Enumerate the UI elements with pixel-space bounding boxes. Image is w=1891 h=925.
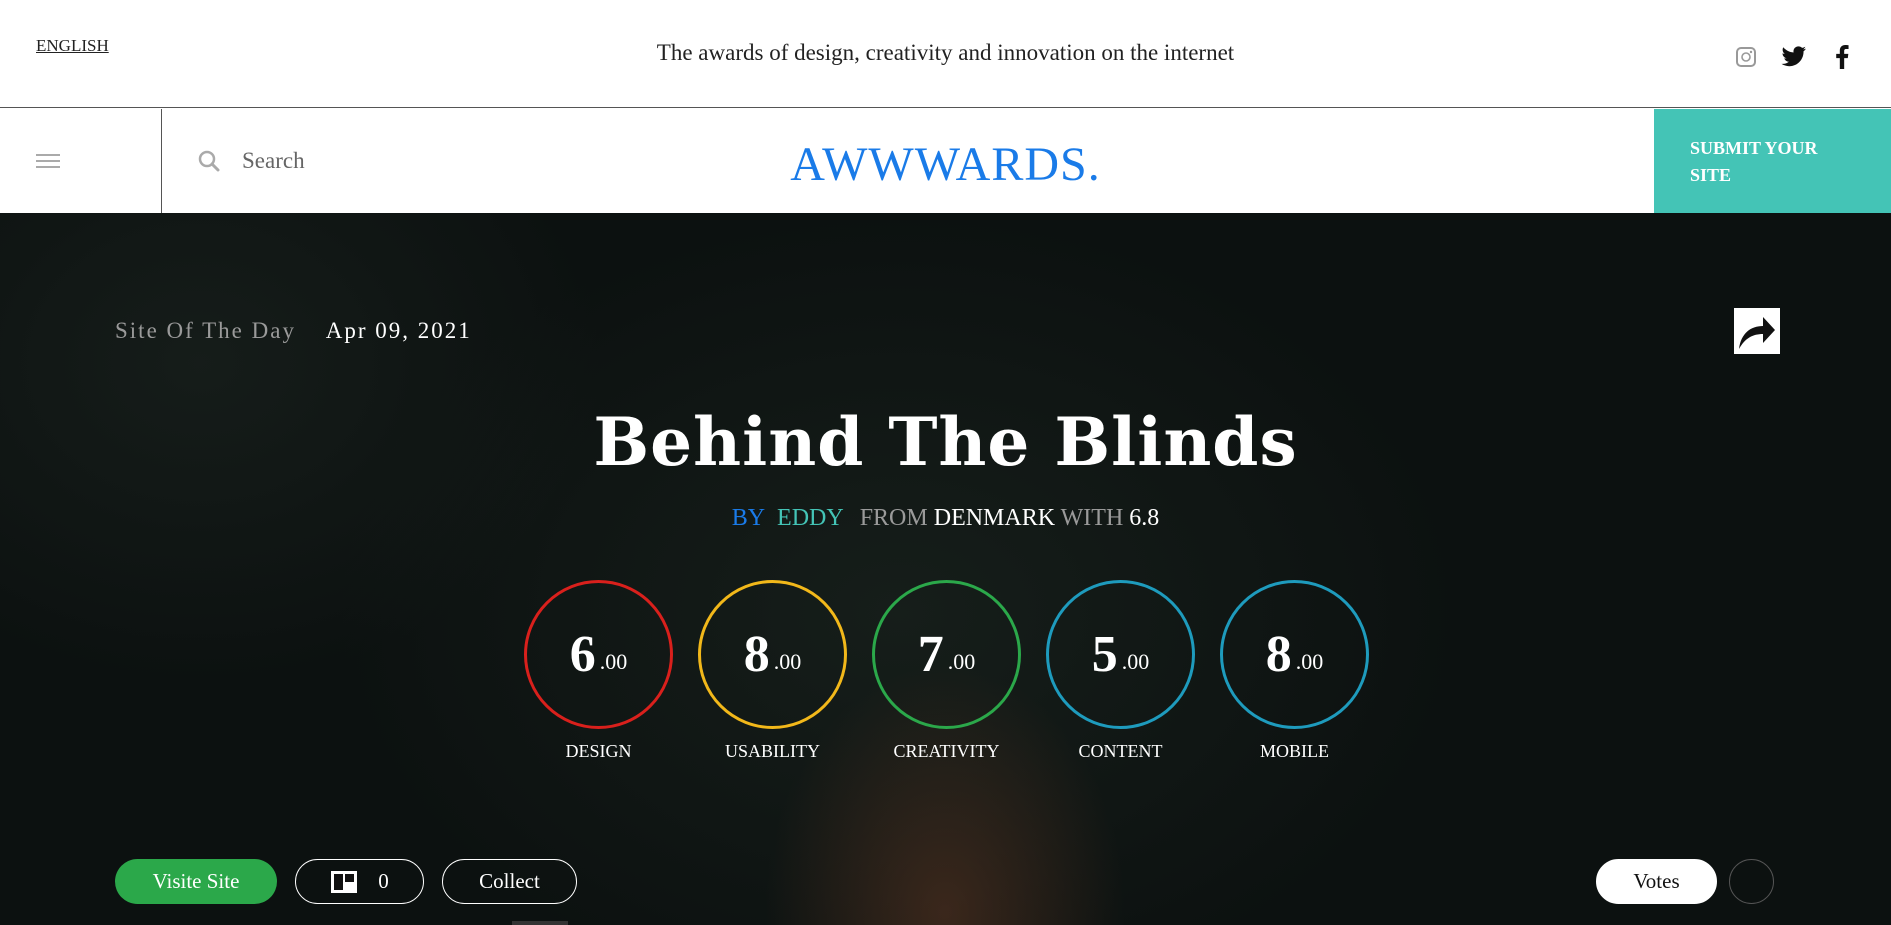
byline: BY EDDY FROM DENMARK WITH 6.8 — [0, 505, 1891, 532]
award-date: Apr 09, 2021 — [325, 318, 472, 343]
collect-button[interactable]: Collect — [442, 859, 577, 904]
score-ring: 7.00 — [872, 580, 1021, 729]
share-icon — [1739, 317, 1775, 349]
score-content: 5.00 CONTENT — [1046, 580, 1195, 762]
score-creativity: 7.00 CREATIVITY — [872, 580, 1021, 762]
score-label: CREATIVITY — [893, 741, 1000, 761]
score-usability: 8.00 USABILITY — [698, 580, 847, 762]
facebook-icon[interactable] — [1829, 44, 1855, 70]
score-decimal: .00 — [773, 648, 802, 674]
top-bar: ENGLISH The awards of design, creativity… — [0, 0, 1891, 108]
score-ring: 8.00 — [698, 580, 847, 729]
score-ring: 6.00 — [524, 580, 673, 729]
score-label: CONTENT — [1078, 741, 1163, 761]
score-list: 6.00 DESIGN 8.00 USABILITY 7.00 CREATIVI… — [524, 580, 1369, 762]
share-button[interactable] — [1734, 308, 1780, 354]
search-bar — [198, 109, 502, 213]
site-tagline: The awards of design, creativity and inn… — [656, 40, 1235, 65]
visit-site-button[interactable]: Visite Site — [115, 859, 277, 904]
from-label: FROM — [859, 505, 928, 531]
author-link[interactable]: EDDY — [777, 505, 844, 531]
search-input[interactable] — [242, 148, 502, 174]
score-ring: 8.00 — [1220, 580, 1369, 729]
score-mobile: 8.00 MOBILE — [1220, 580, 1369, 762]
score-value: 5 — [1091, 626, 1118, 683]
with-label: WITH — [1060, 505, 1124, 531]
action-buttons: Visite Site 0 Collect — [115, 859, 577, 904]
score-decimal: .00 — [947, 648, 976, 674]
site-of-the-day: Site Of The Day Apr 09, 2021 — [115, 318, 472, 344]
instagram-icon[interactable] — [1733, 44, 1759, 70]
votes-button[interactable]: Votes — [1596, 859, 1717, 904]
round-button[interactable] — [1729, 859, 1774, 904]
score-label: MOBILE — [1260, 741, 1329, 761]
thumbnail-icon — [331, 870, 358, 893]
social-links — [1733, 44, 1855, 70]
site-logo[interactable]: AWWWARDS. — [790, 138, 1100, 191]
score-label: USABILITY — [725, 741, 820, 761]
hamburger-icon — [36, 154, 60, 168]
score-value: 8 — [743, 626, 770, 683]
site-title: Behind The Blinds — [593, 403, 1298, 481]
score-decimal: .00 — [1121, 648, 1150, 674]
search-icon[interactable] — [198, 150, 220, 172]
score-decimal: .00 — [1295, 648, 1324, 674]
score-design: 6.00 DESIGN — [524, 580, 673, 762]
award-label: Site Of The Day — [115, 318, 296, 343]
menu-button[interactable] — [0, 109, 162, 213]
score-value: 6 — [569, 626, 596, 683]
submit-site-button[interactable]: SUBMIT YOUR SITE — [1654, 109, 1891, 213]
like-count: 0 — [378, 869, 389, 893]
nav-bar: AWWWARDS. SUBMIT YOUR SITE — [0, 109, 1891, 213]
score-ring: 5.00 — [1046, 580, 1195, 729]
twitter-icon[interactable] — [1781, 44, 1807, 70]
by-label: BY — [731, 505, 766, 531]
score-label: DESIGN — [565, 741, 632, 761]
like-button[interactable]: 0 — [295, 859, 424, 904]
overall-score: 6.8 — [1129, 505, 1160, 531]
country: DENMARK — [933, 505, 1056, 531]
hero-section: Site Of The Day Apr 09, 2021 Behind The … — [0, 213, 1891, 925]
score-value: 7 — [917, 626, 944, 683]
score-decimal: .00 — [599, 648, 628, 674]
score-value: 8 — [1265, 626, 1292, 683]
scroll-indicator — [512, 921, 568, 925]
